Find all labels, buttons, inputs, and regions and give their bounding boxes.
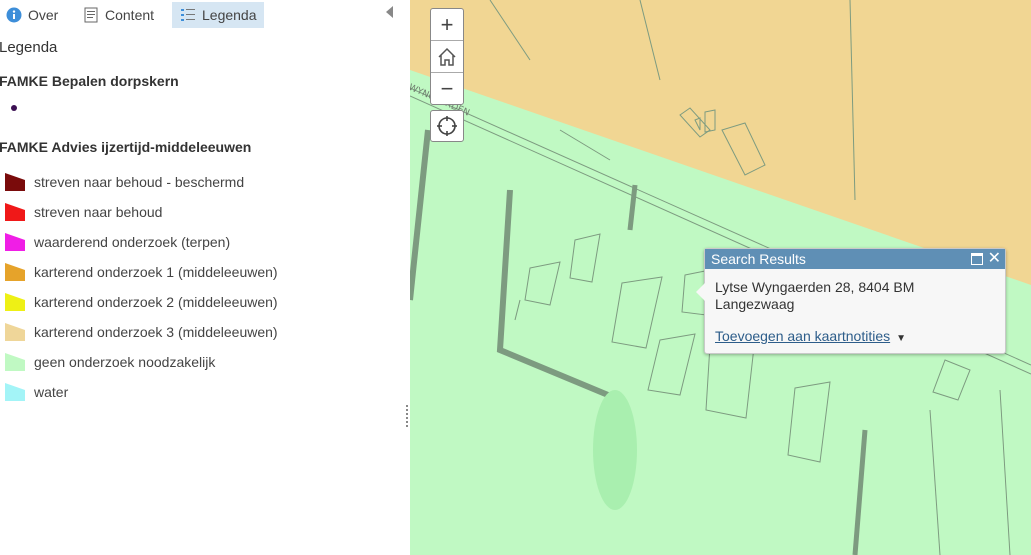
home-button[interactable] [431, 41, 463, 73]
tab-content-label: Content [105, 7, 155, 23]
legend-item-label: streven naar behoud [34, 204, 163, 220]
legend-item: waarderend onderzoek (terpen) [0, 228, 400, 258]
maximize-icon[interactable] [971, 253, 983, 265]
legend-swatch-icon [5, 173, 25, 191]
close-icon[interactable]: ✕ [988, 249, 1001, 269]
tab-content[interactable]: Content [83, 2, 154, 28]
panel-tabs: Over Content Legenda [0, 0, 404, 30]
legend-list: streven naar behoud - beschermd streven n… [0, 168, 400, 408]
home-icon [438, 47, 456, 66]
legend-swatch-icon [5, 293, 25, 311]
legend-item-label: karterend onderzoek 1 (middeleeuwen) [34, 264, 278, 280]
zoom-control: + − [430, 8, 464, 105]
legend-item: karterend onderzoek 2 (middeleeuwen) [0, 288, 400, 318]
legend-swatch-icon [5, 233, 25, 251]
popup-header: Search Results ✕ [705, 249, 1005, 269]
legend-item-label: karterend onderzoek 3 (middeleeuwen) [34, 324, 278, 340]
popup-address: Lytse Wyngaerden 28, 8404 BM Langezwaag [715, 279, 915, 312]
legend-item-label: waarderend onderzoek (terpen) [34, 234, 231, 250]
layer-title-dorpskern: FAMKE Bepalen dorpskern [0, 73, 179, 89]
dorpskern-symbol [11, 105, 17, 111]
popup-title: Search Results [711, 251, 806, 267]
tab-legenda[interactable]: Legenda [172, 2, 264, 28]
legend-item: karterend onderzoek 1 (middeleeuwen) [0, 258, 400, 288]
add-to-map-notes-link[interactable]: Toevoegen aan kaartnotities [715, 328, 890, 345]
legend-item: geen onderzoek noodzakelijk [0, 348, 400, 378]
legend-swatch-icon [5, 203, 25, 221]
locate-button[interactable] [430, 110, 464, 142]
legend-item: water [0, 378, 400, 408]
legend-item-label: water [34, 384, 69, 400]
popup-body: Lytse Wyngaerden 28, 8404 BM Langezwaag … [705, 269, 1005, 347]
zoom-out-button[interactable]: − [431, 73, 463, 104]
chevron-down-icon[interactable]: ▼ [896, 330, 906, 347]
splitter-grip-icon[interactable] [406, 405, 408, 427]
legend-swatch-icon [5, 323, 25, 341]
legend-list-icon [180, 7, 196, 23]
legend-swatch-icon [5, 263, 25, 281]
crosshair-icon [437, 116, 457, 136]
search-results-popup: Search Results ✕ Lytse Wyngaerden 28, 84… [696, 248, 1006, 354]
popup-pointer [696, 283, 705, 301]
info-icon [6, 7, 22, 23]
legend-swatch-icon [5, 353, 25, 371]
tab-over[interactable]: Over [6, 2, 58, 28]
legend-item-label: geen onderzoek noodzakelijk [34, 354, 216, 370]
legend-item: karterend onderzoek 3 (middeleeuwen) [0, 318, 400, 348]
legend-item-label: streven naar behoud - beschermd [34, 174, 245, 190]
legend-title: Legenda [0, 39, 58, 56]
layer-title-advies: FAMKE Advies ijzertijd-middeleeuwen [0, 139, 252, 155]
legend-item: streven naar behoud - beschermd [0, 168, 400, 198]
legend-item-label: karterend onderzoek 2 (middeleeuwen) [34, 294, 278, 310]
legend-panel: Over Content Legenda Legenda FAMKE Bepal… [0, 0, 404, 555]
tab-legenda-label: Legenda [202, 7, 257, 23]
legend-item: streven naar behoud [0, 198, 400, 228]
tab-over-label: Over [28, 7, 59, 23]
collapse-panel-icon[interactable] [386, 6, 393, 18]
zoom-in-button[interactable]: + [431, 9, 463, 41]
map-pond [593, 390, 637, 510]
legend-swatch-icon [5, 383, 25, 401]
content-icon [83, 7, 99, 23]
